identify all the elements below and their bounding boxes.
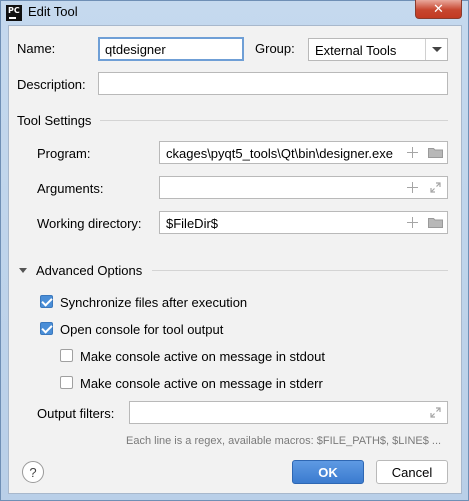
output-filters-label: Output filters: [37,406,115,421]
tool-settings-header: Tool Settings [17,113,92,128]
dialog-content: Name: qtdesigner Group: External Tools D… [8,25,462,494]
output-filters-input[interactable] [129,401,448,424]
arguments-input[interactable] [159,176,448,199]
edit-tool-dialog: PC Edit Tool ✕ Name: qtdesigner Group: E… [0,0,469,501]
folder-icon[interactable] [428,217,443,228]
advanced-options-header[interactable]: Advanced Options [36,263,142,278]
insert-macro-plus-icon[interactable] [407,217,418,228]
pycharm-app-icon: PC [6,5,22,21]
console-active-stderr-checkbox[interactable] [60,376,73,389]
expand-icon[interactable] [430,407,441,418]
output-filters-hint: Each line is a regex, available macros: … [126,435,442,447]
group-select[interactable]: External Tools [308,38,448,61]
insert-macro-plus-icon[interactable] [407,147,418,158]
group-select-value: External Tools [315,43,397,58]
name-label: Name: [17,41,56,56]
window-title: Edit Tool [28,4,78,19]
close-icon: ✕ [433,1,444,16]
advanced-options-divider [152,270,448,271]
cancel-button[interactable]: Cancel [376,460,448,484]
title-bar[interactable]: PC Edit Tool ✕ [1,0,468,25]
working-directory-label: Working directory: [37,216,142,231]
folder-icon[interactable] [428,147,443,158]
group-label: Group: [255,41,295,56]
open-console-label[interactable]: Open console for tool output [60,322,223,337]
program-label: Program: [37,146,91,161]
program-input[interactable]: ckages\pyqt5_tools\Qt\bin\designer.exe [159,141,448,164]
insert-macro-plus-icon[interactable] [407,182,418,193]
close-button[interactable]: ✕ [415,0,462,19]
console-active-stdout-checkbox[interactable] [60,349,73,362]
sync-files-label[interactable]: Synchronize files after execution [60,295,247,310]
console-active-stderr-label[interactable]: Make console active on message in stderr [80,376,323,391]
description-label: Description: [17,77,86,92]
collapse-chevron-icon[interactable] [19,268,27,273]
name-input[interactable]: qtdesigner [98,37,244,61]
open-console-checkbox[interactable] [40,322,53,335]
help-button[interactable]: ? [22,461,44,483]
tool-settings-divider [100,120,448,121]
program-input-value: ckages\pyqt5_tools\Qt\bin\designer.exe [166,146,393,161]
description-input[interactable] [98,72,448,95]
ok-button[interactable]: OK [292,460,364,484]
chevron-down-icon [432,47,442,52]
console-active-stdout-label[interactable]: Make console active on message in stdout [80,349,325,364]
working-directory-input-value: $FileDir$ [166,216,219,231]
arguments-label: Arguments: [37,181,104,196]
help-icon: ? [29,464,37,480]
working-directory-input[interactable]: $FileDir$ [159,211,448,234]
group-dropdown-button[interactable] [425,39,447,60]
expand-icon[interactable] [430,182,441,193]
name-input-value: qtdesigner [105,42,166,57]
sync-files-checkbox[interactable] [40,295,53,308]
